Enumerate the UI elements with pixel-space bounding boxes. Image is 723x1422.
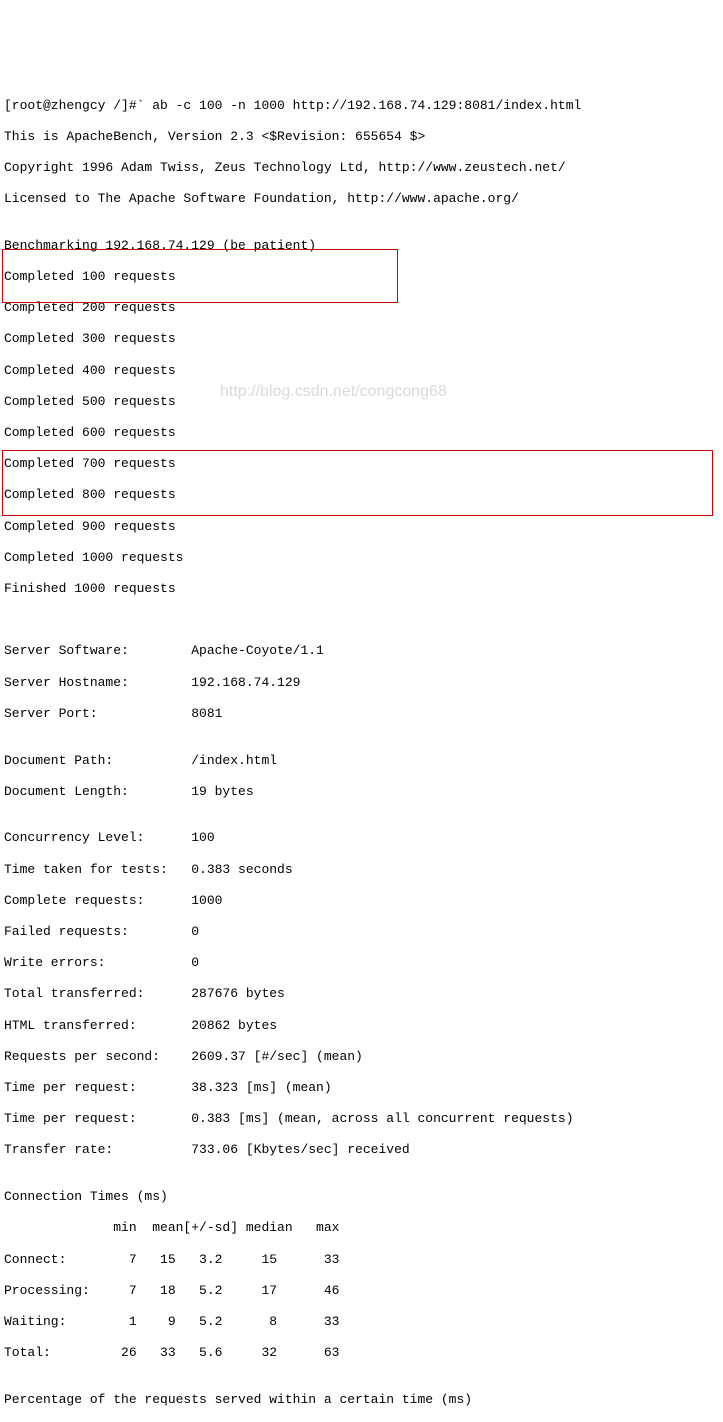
server-port-line: Server Port: 8081 [4,706,719,722]
connection-times-header: Connection Times (ms) [4,1189,719,1205]
terminal-line: Completed 500 requests [4,394,719,410]
connect-row: Connect: 7 15 3.2 15 33 [4,1252,719,1268]
terminal-line: Completed 300 requests [4,331,719,347]
failed-requests-line: Failed requests: 0 [4,924,719,940]
complete-requests-line: Complete requests: 1000 [4,893,719,909]
terminal-line: Completed 700 requests [4,456,719,472]
terminal-line: Copyright 1996 Adam Twiss, Zeus Technolo… [4,160,719,176]
terminal-line: Benchmarking 192.168.74.129 (be patient) [4,238,719,254]
concurrency-level-line: Concurrency Level: 100 [4,830,719,846]
server-hostname-line: Server Hostname: 192.168.74.129 [4,675,719,691]
document-length-line: Document Length: 19 bytes [4,784,719,800]
terminal-line: Completed 400 requests [4,363,719,379]
server-software-line: Server Software: Apache-Coyote/1.1 [4,643,719,659]
time-per-request-concurrent-line: Time per request: 0.383 [ms] (mean, acro… [4,1111,719,1127]
requests-per-second-line: Requests per second: 2609.37 [#/sec] (me… [4,1049,719,1065]
terminal-line: Completed 100 requests [4,269,719,285]
terminal-line: Completed 1000 requests [4,550,719,566]
terminal-line: Completed 900 requests [4,519,719,535]
connection-times-columns: min mean[+/-sd] median max [4,1220,719,1236]
terminal-line: Completed 600 requests [4,425,719,441]
document-path-line: Document Path: /index.html [4,753,719,769]
terminal-line: Finished 1000 requests [4,581,719,597]
terminal-line: [root@zhengcy /]#` ab -c 100 -n 1000 htt… [4,98,719,114]
write-errors-line: Write errors: 0 [4,955,719,971]
time-per-request-line: Time per request: 38.323 [ms] (mean) [4,1080,719,1096]
html-transferred-line: HTML transferred: 20862 bytes [4,1018,719,1034]
processing-row: Processing: 7 18 5.2 17 46 [4,1283,719,1299]
transfer-rate-line: Transfer rate: 733.06 [Kbytes/sec] recei… [4,1142,719,1158]
waiting-row: Waiting: 1 9 5.2 8 33 [4,1314,719,1330]
total-row: Total: 26 33 5.6 32 63 [4,1345,719,1361]
terminal-line: Licensed to The Apache Software Foundati… [4,191,719,207]
time-taken-line: Time taken for tests: 0.383 seconds [4,862,719,878]
percentage-header: Percentage of the requests served within… [4,1392,719,1408]
terminal-line: Completed 800 requests [4,487,719,503]
terminal-line: This is ApacheBench, Version 2.3 <$Revis… [4,129,719,145]
terminal-line: Completed 200 requests [4,300,719,316]
total-transferred-line: Total transferred: 287676 bytes [4,986,719,1002]
